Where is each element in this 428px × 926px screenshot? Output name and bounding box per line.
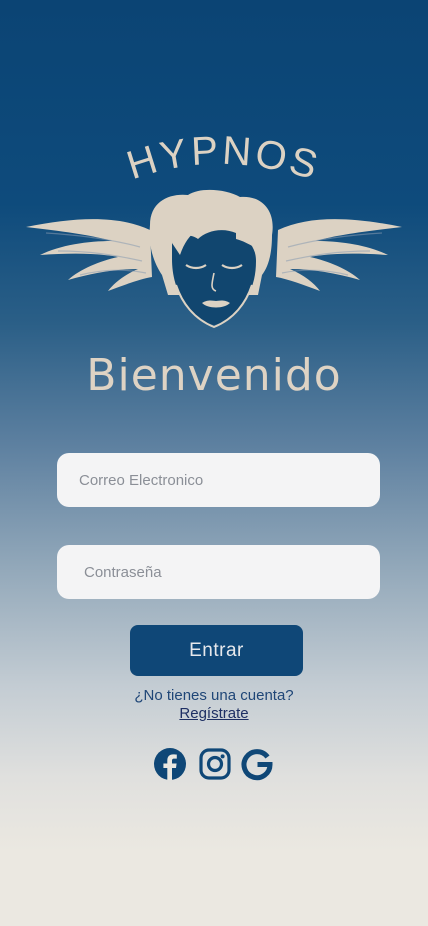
- facebook-icon: [154, 748, 186, 780]
- social-login-row: [152, 746, 278, 782]
- google-icon: [241, 749, 273, 781]
- brand-name: HYPNOS: [122, 135, 322, 189]
- signup-question: ¿No tienes una cuenta?: [134, 687, 294, 704]
- signup-link[interactable]: Regístrate: [179, 705, 248, 722]
- email-field[interactable]: [57, 453, 380, 507]
- svg-text:HYPNOS: HYPNOS: [122, 135, 325, 189]
- enter-button[interactable]: Entrar: [130, 625, 303, 676]
- brand-name-arc: HYPNOS: [122, 135, 325, 189]
- facebook-login-button[interactable]: [152, 746, 188, 782]
- google-login-button[interactable]: [239, 746, 275, 782]
- brand-logo: HYPNOS: [0, 135, 428, 335]
- signup-link-row: Regístrate: [0, 705, 428, 722]
- welcome-title: Bienvenido: [86, 350, 342, 401]
- instagram-icon: [199, 748, 231, 780]
- instagram-login-button[interactable]: [197, 746, 233, 782]
- password-field[interactable]: [57, 545, 380, 599]
